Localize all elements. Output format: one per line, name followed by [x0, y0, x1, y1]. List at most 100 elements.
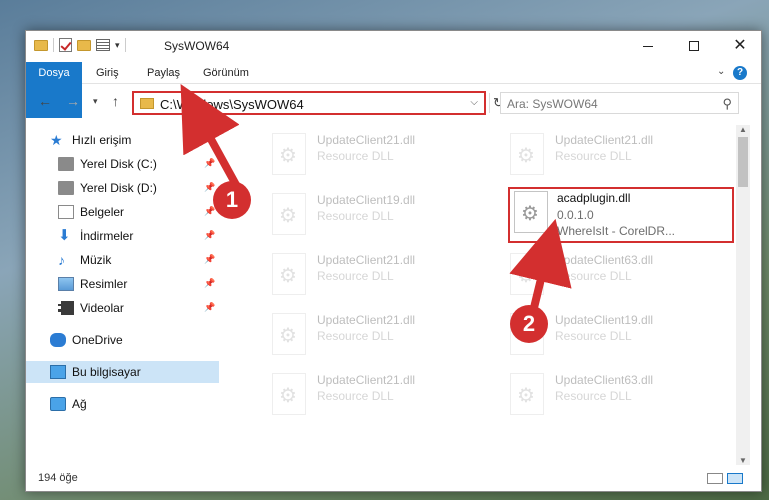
dll-file-icon: ⚙: [510, 373, 544, 415]
vertical-scrollbar[interactable]: ▲ ▼: [736, 125, 750, 465]
scroll-down-icon[interactable]: ▼: [739, 456, 747, 465]
pin-icon[interactable]: 📌: [204, 158, 215, 169]
minimize-button[interactable]: [625, 31, 671, 61]
forward-button[interactable]: →: [66, 93, 80, 109]
step-1-badge: 1: [213, 181, 251, 219]
file-type: Resource DLL: [555, 389, 632, 403]
file-item[interactable]: ⚙ UpdateClient21.dll Resource DLL: [272, 129, 502, 185]
file-item[interactable]: ⚙ UpdateClient21.dll Resource DLL: [272, 309, 502, 365]
music-icon: ♪: [58, 252, 65, 268]
sidebar-item-label: Yerel Disk (D:): [80, 181, 157, 195]
dll-file-icon: ⚙: [510, 133, 544, 175]
folder-icon: [34, 39, 48, 51]
drive-icon: [58, 157, 74, 171]
properties-check-icon[interactable]: [59, 38, 72, 52]
gear-icon: ⚙: [517, 265, 535, 287]
downloads-icon: ⬇: [58, 227, 71, 244]
sidebar-item-label: Müzik: [80, 253, 112, 267]
pin-icon[interactable]: 📌: [204, 254, 215, 265]
back-button[interactable]: ←: [38, 93, 52, 109]
sidebar-item-onedrive[interactable]: OneDrive: [26, 329, 219, 351]
file-item[interactable]: ⚙ UpdateClient21.dll Resource DLL: [272, 249, 502, 305]
sidebar-item-local-disk-c[interactable]: Yerel Disk (C:) 📌: [26, 153, 219, 175]
maximize-button[interactable]: [671, 31, 717, 61]
sidebar-item-music[interactable]: ♪ Müzik 📌: [26, 249, 219, 271]
expand-ribbon-icon[interactable]: ⌄: [717, 66, 725, 77]
file-name: UpdateClient21.dll: [317, 133, 416, 147]
file-type: Resource DLL: [317, 389, 394, 403]
quick-access-toolbar: ▾: [34, 38, 126, 52]
file-explorer-window: ▾ SysWOW64 ✕ Dosya Giriş Paylaş Görünüm …: [25, 30, 762, 492]
dll-file-icon: ⚙: [272, 193, 306, 235]
scrollbar-thumb[interactable]: [738, 137, 748, 187]
sidebar-item-quick-access[interactable]: ★ Hızlı erişim: [26, 129, 219, 151]
gear-icon: ⚙: [521, 203, 539, 225]
search-input[interactable]: Ara: SysWOW64 ⚲: [500, 92, 739, 114]
tab-home[interactable]: Giriş: [96, 62, 119, 84]
customize-toolbar-caret-icon[interactable]: ▾: [115, 40, 120, 51]
file-item[interactable]: ⚙ UpdateClient63.dll Resource DLL: [510, 369, 734, 425]
recent-locations-button[interactable]: ▾: [93, 96, 98, 107]
sidebar-item-label: Bu bilgisayar: [72, 365, 141, 379]
gear-icon: ⚙: [279, 145, 297, 167]
file-type: Resource DLL: [555, 149, 632, 163]
gear-icon: ⚙: [279, 265, 297, 287]
search-icon[interactable]: ⚲: [722, 96, 732, 112]
window-title: SysWOW64: [164, 39, 230, 53]
details-view-icon[interactable]: [707, 473, 723, 484]
close-icon: ✕: [733, 37, 747, 54]
file-name: acadplugin.dll: [557, 191, 631, 205]
sidebar-item-label: Belgeler: [80, 205, 125, 219]
file-name: UpdateClient63.dll: [555, 373, 654, 387]
dll-file-icon: ⚙: [272, 253, 306, 295]
sidebar-item-pictures[interactable]: Resimler 📌: [26, 273, 219, 295]
file-item[interactable]: ⚙ UpdateClient21.dll Resource DLL: [272, 369, 502, 425]
large-icons-view-icon[interactable]: [727, 473, 743, 484]
gear-icon: ⚙: [517, 385, 535, 407]
file-name: UpdateClient63.dll: [555, 253, 654, 267]
sidebar-item-documents[interactable]: Belgeler 📌: [26, 201, 219, 223]
tab-view[interactable]: Görünüm: [203, 62, 249, 84]
address-bar[interactable]: C:\Windows\SysWOW64 ⌵: [132, 91, 486, 115]
this-pc-icon: [50, 365, 66, 379]
help-icon[interactable]: ?: [733, 66, 747, 80]
sidebar-item-local-disk-d[interactable]: Yerel Disk (D:) 📌: [26, 177, 219, 199]
up-button[interactable]: ↑: [112, 93, 119, 109]
file-item[interactable]: ⚙ UpdateClient21.dll Resource DLL: [510, 129, 734, 185]
dll-file-icon: ⚙: [272, 133, 306, 175]
pin-icon[interactable]: 📌: [204, 302, 215, 313]
dll-file-icon: ⚙: [514, 191, 548, 233]
status-bar: 194 öğe: [26, 467, 761, 491]
gear-icon: ⚙: [279, 325, 297, 347]
tab-share[interactable]: Paylaş: [147, 62, 180, 84]
toolbar-divider: [53, 38, 54, 52]
file-name: UpdateClient19.dll: [555, 313, 654, 327]
file-item-acadplugin[interactable]: ⚙ acadplugin.dll 0.0.1.0 WhereIsIt - Cor…: [508, 187, 734, 243]
sidebar-item-videos[interactable]: Videolar 📌: [26, 297, 219, 319]
sidebar-item-downloads[interactable]: ⬇ İndirmeler 📌: [26, 225, 219, 247]
address-dropdown-icon[interactable]: ⌵: [470, 97, 478, 108]
pin-icon[interactable]: 📌: [204, 182, 215, 193]
network-icon: [50, 397, 66, 411]
documents-icon: [58, 205, 74, 219]
close-button[interactable]: ✕: [717, 31, 763, 61]
new-folder-icon[interactable]: [77, 39, 91, 51]
properties-icon[interactable]: [96, 39, 110, 51]
pin-icon[interactable]: 📌: [204, 278, 215, 289]
file-item[interactable]: ⚙ UpdateClient19.dll Resource DLL: [272, 189, 502, 245]
sidebar-item-label: İndirmeler: [80, 229, 134, 243]
sidebar-item-this-pc[interactable]: Bu bilgisayar: [26, 361, 219, 383]
sidebar-item-network[interactable]: Ağ: [26, 393, 219, 415]
file-type: Resource DLL: [317, 269, 394, 283]
ribbon-tabs: Dosya Giriş Paylaş Görünüm ⌄ ?: [26, 62, 761, 118]
item-count: 194 öğe: [38, 472, 78, 484]
scroll-up-icon[interactable]: ▲: [739, 125, 747, 134]
address-path[interactable]: C:\Windows\SysWOW64: [160, 97, 304, 112]
gear-icon: ⚙: [279, 205, 297, 227]
file-type: Resource DLL: [317, 209, 394, 223]
pin-icon[interactable]: 📌: [204, 230, 215, 241]
file-type: Resource DLL: [317, 329, 394, 343]
dll-file-icon: ⚙: [510, 253, 544, 295]
file-item[interactable]: ⚙ UpdateClient63.dll Resource DLL: [510, 249, 734, 305]
pin-icon[interactable]: 📌: [204, 206, 215, 217]
